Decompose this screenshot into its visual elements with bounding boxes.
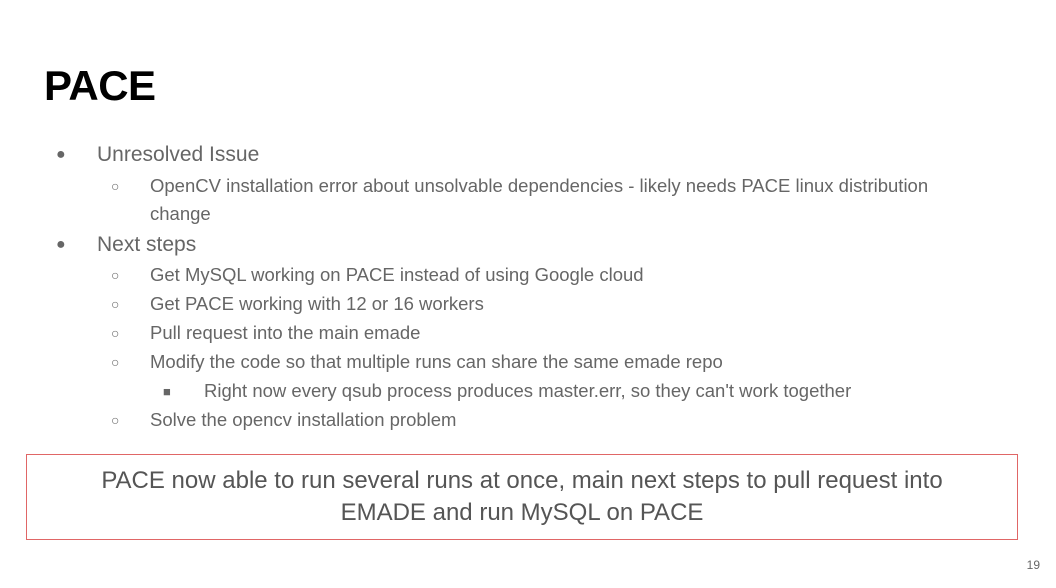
sub-bullet-text: OpenCV installation error about unsolvab… [150, 175, 929, 224]
bullet-circle-icon: ○ [111, 267, 120, 283]
slide-title: PACE [44, 62, 156, 109]
bullet-circle-icon: ○ [111, 296, 120, 312]
page-number: 19 [1026, 558, 1040, 572]
bullet-text: Unresolved Issue [97, 143, 260, 166]
bullet-circle-icon: ○ [111, 325, 120, 341]
sub-bullet-text: Pull request into the main emade [150, 322, 421, 343]
bullet-disc-icon: ● [56, 146, 66, 163]
sub-bullet-text: Get PACE working with 12 or 16 workers [150, 293, 484, 314]
callout-text: PACE now able to run several runs at onc… [101, 467, 943, 526]
sub-sub-bullet-text: Right now every qsub process produces ma… [204, 380, 852, 401]
slide: PACE ● Unresolved Issue ○ OpenCV install… [0, 0, 1056, 588]
sub-bullet-text: Modify the code so that multiple runs ca… [150, 351, 723, 372]
bullet-text: Next steps [97, 233, 197, 256]
summary-callout-box: PACE now able to run several runs at onc… [26, 454, 1018, 540]
sub-bullet-text: Solve the opencv installation problem [150, 409, 457, 430]
bullet-square-icon: ■ [163, 384, 171, 399]
bullet-disc-icon: ● [56, 236, 66, 253]
bullet-circle-icon: ○ [111, 354, 120, 370]
bullet-circle-icon: ○ [111, 412, 120, 428]
sub-bullet-text: Get MySQL working on PACE instead of usi… [150, 264, 644, 285]
bullet-circle-icon: ○ [111, 178, 120, 194]
